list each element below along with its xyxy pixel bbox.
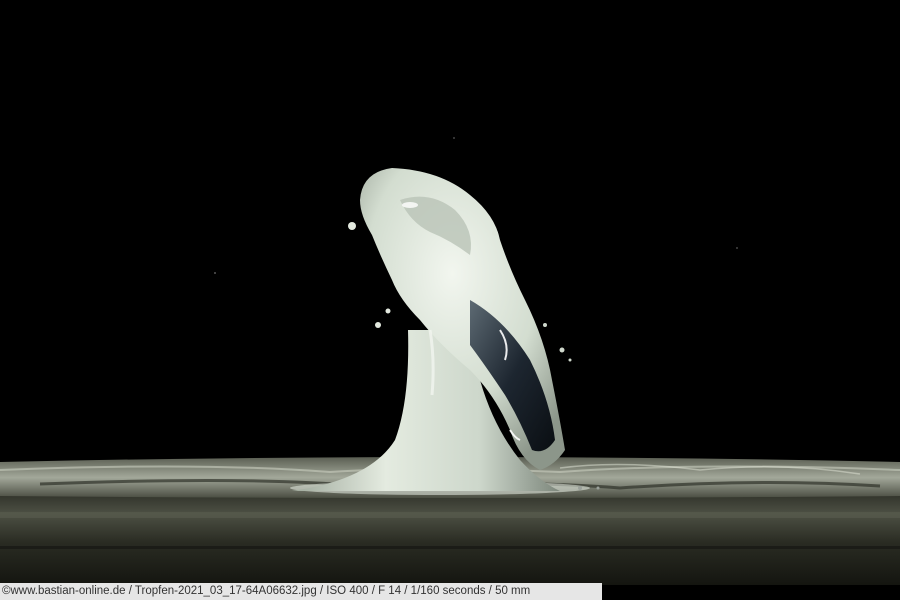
photo-caption: ©www.bastian-online.de / Tropfen-2021_03…: [2, 585, 531, 597]
photo-caption-bar: ©www.bastian-online.de / Tropfen-2021_03…: [0, 583, 602, 600]
photo-canvas: ©www.bastian-online.de / Tropfen-2021_03…: [0, 0, 900, 600]
tray-rim: [0, 490, 900, 585]
milk-splash-photo: [0, 0, 900, 600]
